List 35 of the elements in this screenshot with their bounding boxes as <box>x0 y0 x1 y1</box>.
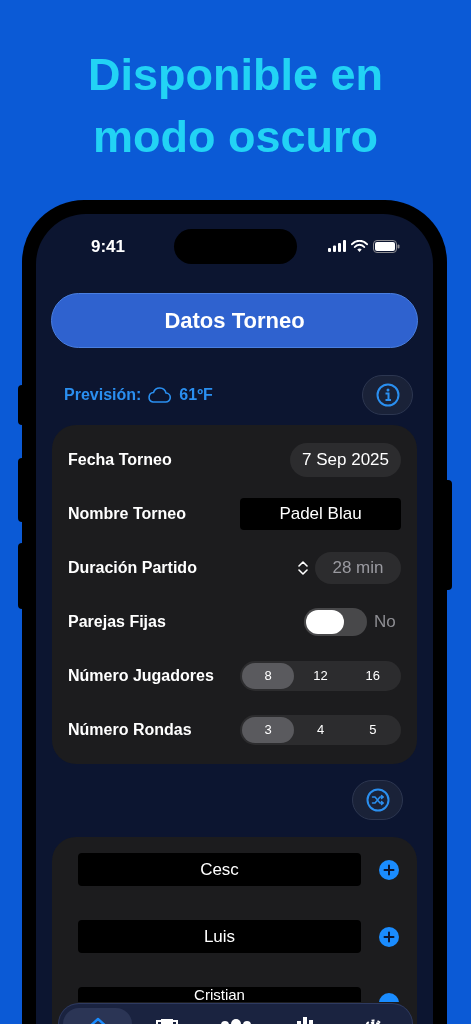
segment[interactable]: 3 <box>242 717 295 743</box>
player-name-field[interactable]: Luis <box>78 920 361 953</box>
battery-icon <box>373 239 400 253</box>
shuffle-button[interactable] <box>352 780 403 820</box>
segment[interactable]: 8 <box>242 663 295 689</box>
setting-label: Número Jugadores <box>68 666 214 686</box>
shuffle-icon <box>365 788 390 812</box>
player-name-field[interactable]: Cristian <box>78 987 361 1002</box>
wifi-icon <box>351 240 368 252</box>
headline: modo oscuro <box>93 110 378 164</box>
setting-label: Parejas Fijas <box>68 612 166 632</box>
setting-label: Nombre Torneo <box>68 504 186 524</box>
headline: Disponible en <box>88 48 383 102</box>
toggle-state-label: No <box>374 611 397 634</box>
player-name-field[interactable]: Cesc <box>78 853 361 886</box>
info-icon <box>375 383 400 407</box>
forecast-temperature: 61ºF <box>179 385 213 405</box>
title-button[interactable]: Datos Torneo <box>51 293 418 348</box>
cloud-icon <box>147 387 172 403</box>
up-down-chevron-icon[interactable] <box>298 560 308 576</box>
setting-label: Fecha Torneo <box>68 450 172 470</box>
date-button[interactable]: 7 Sep 2025 <box>290 443 401 477</box>
status-time: 9:41 <box>91 235 126 258</box>
signal-icon <box>328 240 346 252</box>
setting-label: Duración Partido <box>68 558 197 578</box>
text-field[interactable]: Padel Blau <box>240 498 401 530</box>
info-button[interactable] <box>362 375 413 415</box>
stepper-value[interactable]: 28 min <box>315 552 401 584</box>
toggle-switch[interactable] <box>304 608 367 636</box>
segment[interactable]: 4 <box>294 717 347 743</box>
forecast-label: Previsión: <box>64 385 142 405</box>
segment[interactable]: 5 <box>346 717 399 743</box>
setting-label: Número Rondas <box>68 720 192 740</box>
segment[interactable]: 16 <box>346 663 399 689</box>
segment[interactable]: 12 <box>294 663 347 689</box>
